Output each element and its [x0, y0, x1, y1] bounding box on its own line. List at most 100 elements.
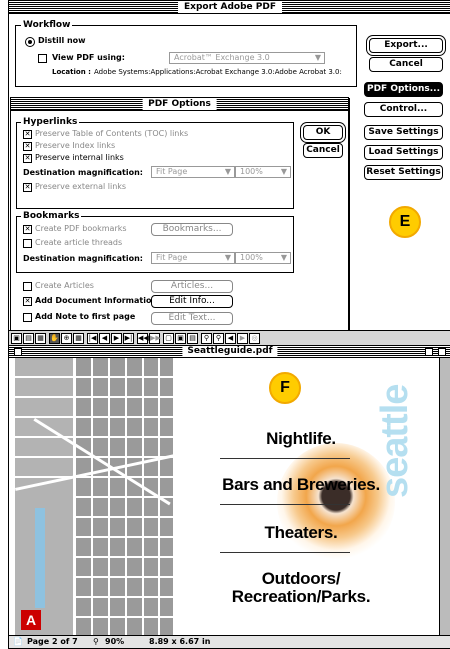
divider-line [220, 552, 350, 553]
outdoors-text: Outdoors/ [261, 569, 341, 588]
bars-text: Bars and Breweries. [222, 475, 380, 494]
divider-line [220, 504, 350, 505]
viewer-title: Seattleguide.pdf [182, 346, 278, 357]
pdf-options-button[interactable]: PDF Options... [364, 82, 443, 97]
preserve-toc-label: Preserve Table of Contents (TOC) links [35, 129, 189, 138]
find-icon[interactable]: ⚲ [201, 333, 212, 344]
control-button[interactable]: Control... [364, 102, 443, 117]
zoom-tool-icon[interactable]: ⊕ [61, 333, 72, 344]
chevron-down-icon: ▼ [224, 167, 231, 176]
search-icon[interactable]: ⚲ [213, 333, 224, 344]
fit-page-icon[interactable]: ▣ [175, 333, 186, 344]
bookmarks-button[interactable]: Bookmarks... [151, 223, 233, 236]
create-articles-label: Create Articles [35, 281, 94, 290]
go-back-icon[interactable]: ◀◀ [137, 333, 149, 344]
next-page-icon[interactable]: ▶ [111, 333, 122, 344]
add-note-checkbox[interactable] [23, 313, 32, 322]
hyperlinks-label: Hyperlinks [21, 117, 80, 127]
page-size-indicator: 8.89 x 6.67 in [149, 637, 211, 646]
location-label: Location : [52, 68, 91, 76]
cancel-button[interactable]: Cancel [369, 57, 443, 72]
search-next-icon[interactable]: ▶ [237, 333, 248, 344]
status-bar: 📄 Page 2 of 7 ⚲ 90% 8.89 x 6.67 in [9, 635, 450, 648]
export-button[interactable]: Export... [369, 38, 443, 53]
waterfront-strip [35, 508, 45, 608]
pdf-options-title-bar[interactable]: PDF Options [11, 98, 348, 111]
collapse-box[interactable] [438, 348, 446, 356]
viewer-title-bar[interactable]: Seattleguide.pdf [9, 346, 450, 358]
page-indicator[interactable]: Page 2 of 7 [27, 636, 78, 648]
save-settings-button[interactable]: Save Settings [364, 125, 443, 140]
dest-mag-label-1: Destination magnification: [23, 168, 143, 177]
actual-size-icon[interactable]: ▢ [163, 333, 174, 344]
search-prev-icon[interactable]: ◀ [225, 333, 236, 344]
fit-page-value-2: Fit Page [156, 253, 188, 262]
articles-button[interactable]: Articles... [151, 280, 233, 293]
preserve-internal-checkbox[interactable]: ✕ [23, 154, 32, 163]
prev-page-icon[interactable]: ◀ [99, 333, 110, 344]
fit-page-select-1[interactable]: Fit Page ▼ [151, 166, 235, 178]
chevron-down-icon: ▼ [224, 253, 231, 262]
pdf-options-title: PDF Options [142, 98, 217, 110]
select-text-icon[interactable]: ▦ [73, 333, 84, 344]
load-settings-button[interactable]: Load Settings [364, 145, 443, 160]
add-doc-info-checkbox[interactable]: ✕ [23, 297, 32, 306]
pdf-page: A seattle F Nightlife. Bars and Brewerie… [15, 358, 439, 635]
dest-mag-label-2: Destination magnification: [23, 254, 143, 263]
reset-settings-button[interactable]: Reset Settings [364, 165, 443, 180]
last-page-icon[interactable]: ▶| [123, 333, 134, 344]
edit-text-button[interactable]: Edit Text... [151, 312, 233, 325]
hand-tool-icon[interactable]: ✋ [49, 333, 60, 344]
view-pdf-checkbox[interactable] [38, 54, 47, 63]
edit-info-button[interactable]: Edit Info... [151, 295, 233, 308]
preserve-internal-label: Preserve internal links [35, 153, 124, 162]
distill-now-radio[interactable] [25, 37, 35, 47]
zoom-indicator[interactable]: 90% [105, 636, 124, 648]
close-box[interactable] [14, 348, 22, 356]
vertical-scrollbar[interactable] [439, 358, 450, 635]
theaters-text: Theaters. [264, 523, 338, 542]
seattle-map: A [15, 358, 173, 635]
preserve-external-label: Preserve external links [35, 182, 127, 191]
create-bookmarks-checkbox[interactable]: ✕ [23, 225, 32, 234]
thumbnails-view-icon[interactable]: ▦ [35, 333, 46, 344]
workflow-label: Workflow [21, 20, 73, 30]
location-value: Adobe Systems:Applications:Acrobat Excha… [94, 68, 342, 76]
fit-width-icon[interactable]: ▤ [187, 333, 198, 344]
create-articles-checkbox[interactable] [23, 282, 32, 291]
distill-now-label: Distill now [38, 36, 86, 45]
create-article-checkbox[interactable] [23, 239, 32, 248]
ok-button[interactable]: OK [303, 125, 343, 140]
recreation-text: Recreation/Parks. [231, 587, 371, 606]
bookmarks-view-icon[interactable]: ▤ [23, 333, 34, 344]
callout-e: E [389, 206, 421, 238]
create-bookmarks-label: Create PDF bookmarks [35, 224, 127, 233]
preserve-toc-checkbox[interactable]: ✕ [23, 130, 32, 139]
web-link-icon[interactable]: ◎ [249, 333, 260, 344]
adobe-logo-icon: A [21, 610, 41, 630]
options-cancel-button[interactable]: Cancel [303, 143, 343, 158]
zoom-select-2[interactable]: 100% ▼ [235, 252, 291, 264]
export-title-bar[interactable]: Export Adobe PDF [9, 1, 450, 14]
fit-page-select-2[interactable]: Fit Page ▼ [151, 252, 235, 264]
nightlife-text: Nightlife. [266, 429, 336, 448]
zoom-value-1: 100% [240, 167, 263, 176]
chevron-down-icon: ▼ [280, 253, 287, 262]
first-page-icon[interactable]: |◀ [87, 333, 98, 344]
export-dialog-title: Export Adobe PDF [178, 1, 282, 13]
go-forward-icon[interactable]: ▶▶ [149, 333, 161, 344]
bookmarks-label: Bookmarks [21, 211, 82, 221]
zoom-box[interactable] [425, 348, 433, 356]
magnify-icon: ⚲ [93, 637, 99, 646]
view-pdf-label: View PDF using: [52, 53, 125, 62]
zoom-value-2: 100% [240, 253, 263, 262]
page-icon: 📄 [13, 637, 23, 646]
zoom-select-1[interactable]: 100% ▼ [235, 166, 291, 178]
preserve-external-checkbox[interactable]: ✕ [23, 183, 32, 192]
create-article-label: Create article threads [35, 238, 123, 247]
preserve-index-checkbox[interactable]: ✕ [23, 142, 32, 151]
page-only-icon[interactable]: ▣ [11, 333, 22, 344]
add-note-label: Add Note to first page [35, 312, 136, 321]
chevron-down-icon: ▼ [314, 53, 321, 62]
viewer-app-select[interactable]: Acrobat™ Exchange 3.0 ▼ [169, 52, 325, 64]
